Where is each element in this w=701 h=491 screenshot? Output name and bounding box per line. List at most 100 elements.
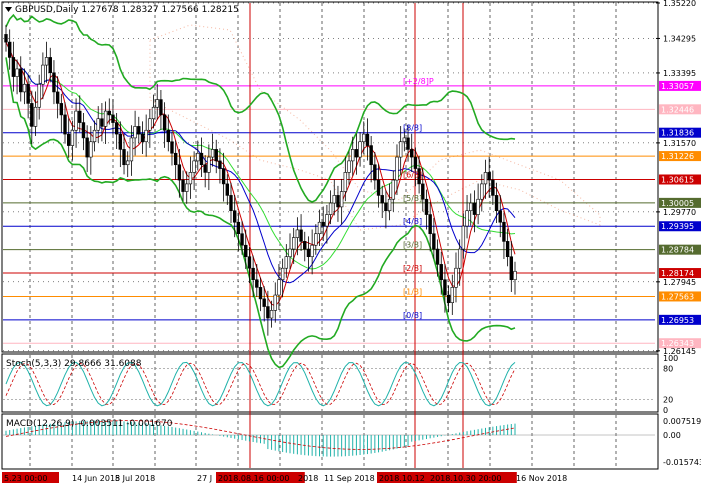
candle-body <box>85 137 89 158</box>
murrey-label: [6/8] <box>403 170 422 179</box>
time-label: 5.23 00:00 <box>4 474 47 483</box>
time-label: 5 Jul 2018 <box>115 474 155 483</box>
candle-body <box>44 57 49 66</box>
candle-body <box>7 41 12 58</box>
candle-body <box>465 210 469 227</box>
candle-body <box>483 172 488 185</box>
candle-body <box>159 99 163 116</box>
candle-body <box>210 149 215 158</box>
macd-tick-label: 0.00 <box>663 431 681 440</box>
candle-body <box>148 118 152 131</box>
candle-body <box>439 264 443 281</box>
candle-body <box>343 172 348 192</box>
candle-body <box>221 168 226 185</box>
candle-body <box>354 149 359 158</box>
candle-body <box>111 114 115 123</box>
time-label: 2018.10.30 20:00 <box>430 474 501 483</box>
candle-body <box>505 241 510 258</box>
candle-body <box>295 229 300 238</box>
candle-body <box>33 106 38 127</box>
candle-body <box>273 294 277 311</box>
candle-body <box>133 126 137 139</box>
candle-body <box>140 133 145 143</box>
candle-body <box>236 221 241 235</box>
candle-body <box>435 248 440 265</box>
candle-body <box>173 152 178 166</box>
candle-body <box>284 256 289 269</box>
candle-body <box>288 248 292 258</box>
candle-body <box>424 198 429 215</box>
candle-body <box>336 195 340 208</box>
price-tag: 1.33057 <box>661 82 694 91</box>
candle-body <box>258 287 263 300</box>
candle-body <box>196 152 200 162</box>
candle-body <box>410 149 414 158</box>
candle-body <box>214 149 218 162</box>
candle-body <box>22 83 27 93</box>
price-tag: 1.32446 <box>661 105 694 114</box>
candle-body <box>155 99 159 108</box>
candle-body <box>339 191 344 208</box>
candle-body <box>52 72 56 93</box>
candle-body <box>199 152 204 166</box>
candle-body <box>469 202 473 212</box>
candle-body <box>351 149 355 162</box>
candle-body <box>502 221 506 242</box>
candle-body <box>443 279 447 296</box>
candle-body <box>332 195 336 204</box>
candle-body <box>188 172 193 185</box>
candle-body <box>74 110 78 131</box>
candle-body <box>37 83 41 108</box>
stoch-tick-label: 20 <box>663 396 673 405</box>
candle-body <box>192 160 196 173</box>
candle-body <box>89 141 93 158</box>
candle-body <box>26 83 30 104</box>
candle-body <box>48 57 52 74</box>
candle-body <box>229 195 233 212</box>
candle-body <box>266 306 270 319</box>
candle-body <box>480 183 484 200</box>
candle-body <box>70 129 75 146</box>
candle-body <box>428 214 432 235</box>
candle-body <box>376 179 381 196</box>
price-tag: 1.28174 <box>661 269 694 278</box>
murrey-label: [0/8] <box>403 311 422 320</box>
murrey-label: [+2/8]P <box>403 77 434 86</box>
symbol-label: GBPUSD,Daily 1.27678 1.28327 1.27566 1.2… <box>15 5 239 15</box>
candle-body <box>395 156 399 181</box>
time-label: 2018.08.16 00:00 <box>218 474 289 483</box>
candle-body <box>373 164 377 181</box>
candle-body <box>358 141 362 158</box>
murrey-label: [8/8] <box>403 124 422 133</box>
price-tag: 1.29395 <box>661 222 694 231</box>
chart-window[interactable]: [+2/8]P [8/8] [6/8] [5/8] [4/8] [3/8] [2/8] [1/… <box>0 0 701 491</box>
murrey-label: [4/8] <box>403 217 422 226</box>
candle-body <box>55 91 60 104</box>
murrey-label: [2/8] <box>403 264 422 273</box>
price-tag: 1.28784 <box>661 246 694 255</box>
candle-body <box>30 103 34 127</box>
candle-body <box>310 244 314 258</box>
candle-body <box>100 118 104 127</box>
candle-body <box>81 122 86 139</box>
candle-body <box>306 248 311 258</box>
candle-body <box>103 110 108 127</box>
price-tick-label: 1.35220 <box>663 0 696 8</box>
candle-body <box>114 122 119 135</box>
candle-body <box>166 129 170 143</box>
candle-body <box>365 133 370 146</box>
time-label: 14 Jun 2018 <box>72 474 120 483</box>
macd-tick-label: -0.015743 <box>663 458 701 467</box>
stoch-label: Stoch(5,3,3) 29.8666 31.6088 <box>6 359 142 369</box>
stoch-tick-label: 80 <box>663 364 673 373</box>
candle-body <box>15 68 19 77</box>
price-tag: 1.30005 <box>661 199 694 208</box>
candle-body <box>391 179 395 200</box>
candle-body <box>107 110 111 116</box>
candle-body <box>450 287 454 304</box>
candle-body <box>398 141 403 158</box>
candle-body <box>207 156 211 173</box>
candle-body <box>181 179 185 192</box>
candle-body <box>4 34 8 43</box>
candle-body <box>369 145 373 166</box>
